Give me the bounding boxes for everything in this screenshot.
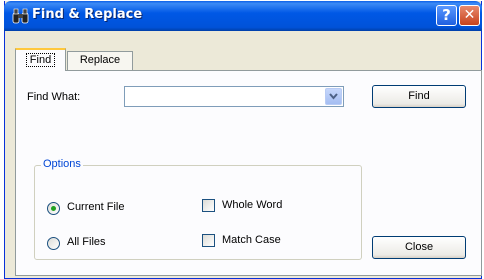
- find-what-combobox[interactable]: [124, 86, 344, 107]
- whole-word-checkbox[interactable]: [202, 199, 215, 212]
- find-replace-dialog: Find & Replace ? ✕ Find Replace Find Wha…: [4, 1, 482, 279]
- tab-replace-label: Replace: [79, 54, 121, 66]
- match-case-label[interactable]: Match Case: [222, 234, 281, 246]
- match-case-checkbox[interactable]: [202, 234, 215, 247]
- all-files-radio[interactable]: [47, 237, 60, 250]
- tab-find-label: Find: [25, 53, 56, 67]
- find-what-input[interactable]: [127, 88, 323, 105]
- combo-dropdown-button[interactable]: [325, 88, 342, 105]
- binoculars-icon: [12, 8, 29, 24]
- close-window-button[interactable]: ✕: [459, 5, 480, 26]
- options-legend: Options: [41, 158, 83, 170]
- title-bar[interactable]: Find & Replace ? ✕: [4, 1, 482, 31]
- close-button[interactable]: Close: [372, 236, 466, 259]
- current-file-label[interactable]: Current File: [67, 201, 124, 213]
- tab-find[interactable]: Find: [15, 48, 66, 71]
- find-what-label: Find What:: [27, 91, 81, 103]
- find-panel: Find What: Find Options Current File All…: [15, 70, 482, 276]
- tab-replace[interactable]: Replace: [67, 51, 133, 70]
- find-button[interactable]: Find: [372, 85, 466, 108]
- whole-word-label[interactable]: Whole Word: [222, 199, 282, 211]
- help-button[interactable]: ?: [436, 5, 457, 26]
- window-title: Find & Replace: [32, 7, 143, 22]
- chevron-down-icon: [329, 93, 338, 100]
- radio-selected-dot: [51, 206, 56, 211]
- options-groupbox: Options Current File All Files Whole Wor…: [34, 158, 362, 260]
- all-files-label[interactable]: All Files: [67, 236, 106, 248]
- current-file-radio[interactable]: [47, 202, 60, 215]
